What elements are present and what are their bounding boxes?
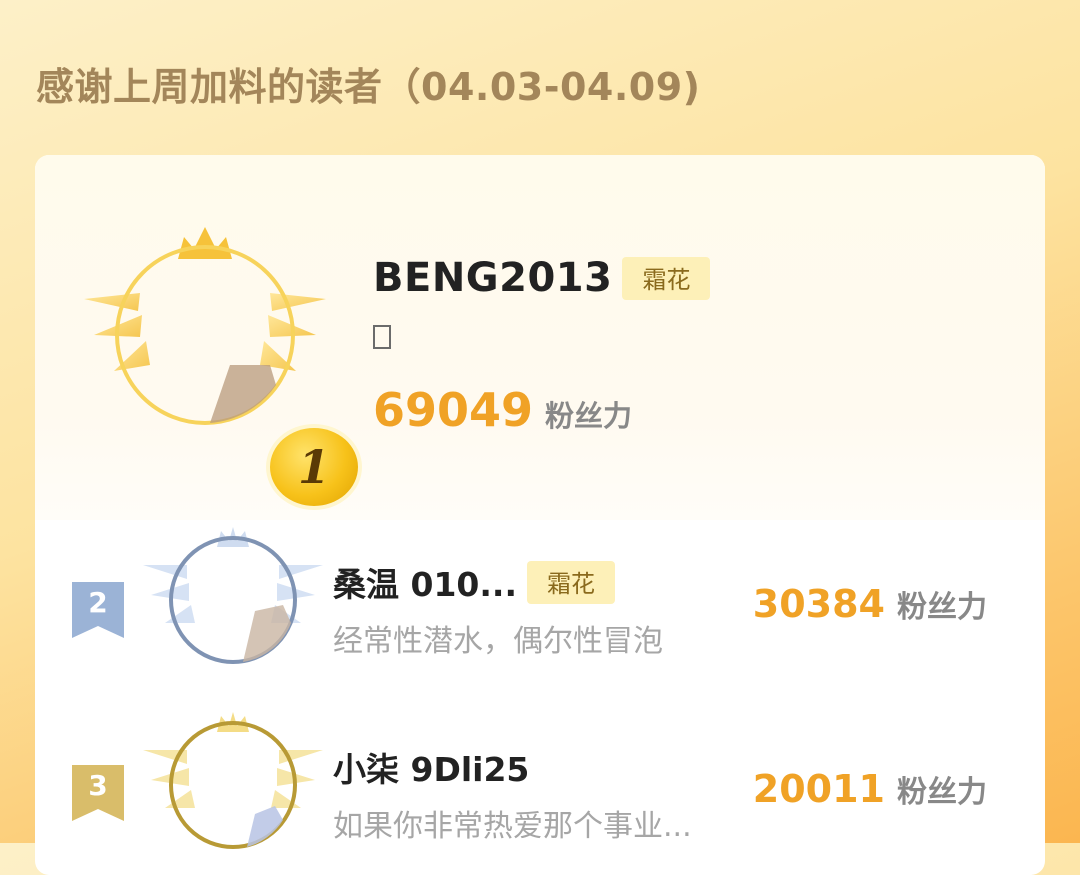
rank-1-medal: 1 <box>270 428 358 506</box>
top-reader-signature-glyph <box>373 325 391 349</box>
reader-fans-unit: 粉丝力 <box>897 590 987 625</box>
right-wing-icon <box>271 750 323 808</box>
crown-icon <box>178 227 232 259</box>
left-wing-icon <box>143 750 195 808</box>
left-wing-icon <box>143 565 195 623</box>
top-reader-fans-value: 69049 <box>373 383 534 437</box>
top-reader-entry[interactable]: 1 BENG2013 霜花 69049 粉丝力 <box>35 155 1045 520</box>
list-item[interactable]: 2 桑温 010... 霜花 经常性潜水，偶尔性冒泡 30384 粉丝力 <box>35 520 1045 700</box>
page-title: 感谢上周加料的读者（04.03-04.09) <box>36 65 701 109</box>
top-reader-badge: 霜花 <box>622 256 711 300</box>
reader-signature: 如果你非常热爱那个事业... <box>333 809 692 844</box>
reader-signature: 经常性潜水，偶尔性冒泡 <box>333 624 663 659</box>
reader-fans-value: 30384 <box>752 582 885 626</box>
rank-number: 2 <box>88 586 108 619</box>
avatar[interactable] <box>143 525 323 690</box>
reader-fans: 20011 粉丝力 <box>753 767 987 811</box>
reader-badge: 霜花 <box>526 560 615 604</box>
top-reader-name-row: BENG2013 霜花 <box>373 255 711 301</box>
list-item[interactable]: 3 小柒 9Dli25 如果你非常热爱那个事业... 20011 粉丝力 <box>35 705 1045 875</box>
rank-number: 3 <box>88 769 108 802</box>
rank-tag: 2 <box>72 582 124 638</box>
top-reader-fans-unit: 粉丝力 <box>545 399 633 433</box>
reader-fans-unit: 粉丝力 <box>897 775 987 810</box>
reader-leaderboard-card: 1 BENG2013 霜花 69049 粉丝力 2 桑温 010... 霜花 经… <box>35 155 1045 875</box>
reader-name-row: 桑温 010... 霜花 <box>333 558 615 606</box>
avatar[interactable] <box>143 710 323 875</box>
reader-name[interactable]: 小柒 9Dli25 <box>333 743 529 791</box>
reader-fans-value: 20011 <box>752 767 885 811</box>
reader-name[interactable]: 桑温 010... <box>333 558 517 606</box>
top-reader-fans: 69049 粉丝力 <box>373 383 632 437</box>
reader-fans: 30384 粉丝力 <box>753 582 987 626</box>
reader-name-row: 小柒 9Dli25 <box>333 743 529 791</box>
rank-tag: 3 <box>72 765 124 821</box>
top-reader-avatar[interactable]: 1 <box>80 215 358 506</box>
top-reader-name[interactable]: BENG2013 <box>373 255 612 301</box>
